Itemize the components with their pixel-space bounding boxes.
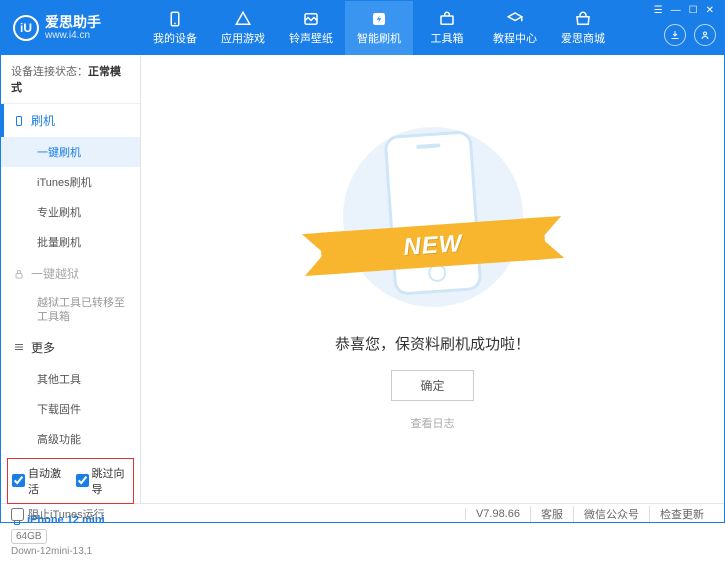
customer-service-link[interactable]: 客服 xyxy=(530,506,573,522)
minimize-button[interactable]: — xyxy=(671,5,681,16)
maximize-button[interactable]: ☐ xyxy=(689,5,698,16)
app-header: iU 爱思助手 www.i4.cn 我的设备 应用游戏 铃声壁纸 智能刷机 工具… xyxy=(1,1,724,55)
sidebar-item-download-firmware[interactable]: 下载固件 xyxy=(1,394,140,424)
section-title: 刷机 xyxy=(31,112,55,129)
section-more[interactable]: 更多 xyxy=(1,331,140,364)
section-jailbreak: 一键越狱 xyxy=(1,257,140,290)
close-button[interactable]: ✕ xyxy=(706,5,714,16)
wechat-link[interactable]: 微信公众号 xyxy=(573,506,649,522)
tab-apps-games[interactable]: 应用游戏 xyxy=(209,1,277,55)
success-illustration: NEW xyxy=(343,127,523,307)
checkbox-auto-activate[interactable]: 自动激活 xyxy=(12,465,66,497)
version-label: V7.98.66 xyxy=(465,508,530,520)
section-flash[interactable]: 刷机 xyxy=(1,104,140,137)
toolbox-icon xyxy=(438,10,456,28)
tab-my-device[interactable]: 我的设备 xyxy=(141,1,209,55)
tab-label: 智能刷机 xyxy=(357,30,401,46)
more-icon xyxy=(13,341,25,353)
check-update-link[interactable]: 检查更新 xyxy=(649,506,714,522)
window-controls: ☰ — ☐ ✕ xyxy=(652,1,716,20)
skip-guide-input[interactable] xyxy=(76,474,89,487)
block-itunes-input[interactable] xyxy=(11,508,24,521)
sidebar-item-other-tools[interactable]: 其他工具 xyxy=(1,364,140,394)
section-title: 一键越狱 xyxy=(31,265,79,282)
ok-button[interactable]: 确定 xyxy=(391,370,473,401)
tab-ringtones-wallpapers[interactable]: 铃声壁纸 xyxy=(277,1,345,55)
logo-area: iU 爱思助手 www.i4.cn xyxy=(1,15,141,41)
sidebar: 设备连接状态：正常模式 刷机 一键刷机 iTunes刷机 专业刷机 批量刷机 一… xyxy=(1,55,141,503)
sidebar-item-pro-flash[interactable]: 专业刷机 xyxy=(1,197,140,227)
tab-label: 教程中心 xyxy=(493,30,537,46)
download-button[interactable] xyxy=(664,24,686,46)
tab-store[interactable]: 爱思商城 xyxy=(549,1,617,55)
ribbon-text: NEW xyxy=(402,230,463,262)
tab-label: 应用游戏 xyxy=(221,30,265,46)
store-icon xyxy=(574,10,592,28)
options-row: 自动激活 跳过向导 xyxy=(7,458,134,504)
sidebar-item-itunes-flash[interactable]: iTunes刷机 xyxy=(1,167,140,197)
nav-tabs: 我的设备 应用游戏 铃声壁纸 智能刷机 工具箱 教程中心 爱思商城 xyxy=(141,1,617,55)
device-storage: 64GB xyxy=(11,529,47,544)
tab-label: 工具箱 xyxy=(431,30,464,46)
app-title: 爱思助手 xyxy=(45,15,101,30)
user-button[interactable] xyxy=(694,24,716,46)
user-icon xyxy=(699,29,711,41)
tab-label: 我的设备 xyxy=(153,30,197,46)
sidebar-item-batch-flash[interactable]: 批量刷机 xyxy=(1,227,140,257)
phone-icon xyxy=(13,115,25,127)
checkbox-label: 阻止iTunes运行 xyxy=(28,506,105,522)
apps-icon xyxy=(234,10,252,28)
success-message: 恭喜您，保资料刷机成功啦！ xyxy=(335,333,530,354)
section-title: 更多 xyxy=(31,339,55,356)
tutorial-icon xyxy=(506,10,524,28)
checkbox-block-itunes[interactable]: 阻止iTunes运行 xyxy=(11,506,105,522)
tab-label: 铃声壁纸 xyxy=(289,30,333,46)
menu-icon[interactable]: ☰ xyxy=(654,5,663,16)
checkbox-skip-guide[interactable]: 跳过向导 xyxy=(76,465,130,497)
tab-tutorials[interactable]: 教程中心 xyxy=(481,1,549,55)
lock-icon xyxy=(13,268,25,280)
main-content: NEW 恭喜您，保资料刷机成功啦！ 确定 查看日志 xyxy=(141,55,724,503)
tab-label: 爱思商城 xyxy=(561,30,605,46)
app-logo-icon: iU xyxy=(13,15,39,41)
connection-status: 设备连接状态：正常模式 xyxy=(1,55,140,104)
app-url: www.i4.cn xyxy=(45,30,101,41)
checkbox-label: 自动激活 xyxy=(28,465,66,497)
download-icon xyxy=(669,29,681,41)
device-model: Down-12mini-13,1 xyxy=(11,546,130,557)
sidebar-item-oneclick-flash[interactable]: 一键刷机 xyxy=(1,137,140,167)
flash-icon xyxy=(370,10,388,28)
auto-activate-input[interactable] xyxy=(12,474,25,487)
checkbox-label: 跳过向导 xyxy=(92,465,130,497)
sidebar-item-advanced[interactable]: 高级功能 xyxy=(1,424,140,454)
view-log-link[interactable]: 查看日志 xyxy=(411,415,455,431)
tab-toolbox[interactable]: 工具箱 xyxy=(413,1,481,55)
tab-smart-flash[interactable]: 智能刷机 xyxy=(345,1,413,55)
jailbreak-note: 越狱工具已转移至工具箱 xyxy=(1,290,140,331)
status-label: 设备连接状态： xyxy=(11,66,88,78)
phone-icon xyxy=(166,10,184,28)
wallpaper-icon xyxy=(302,10,320,28)
